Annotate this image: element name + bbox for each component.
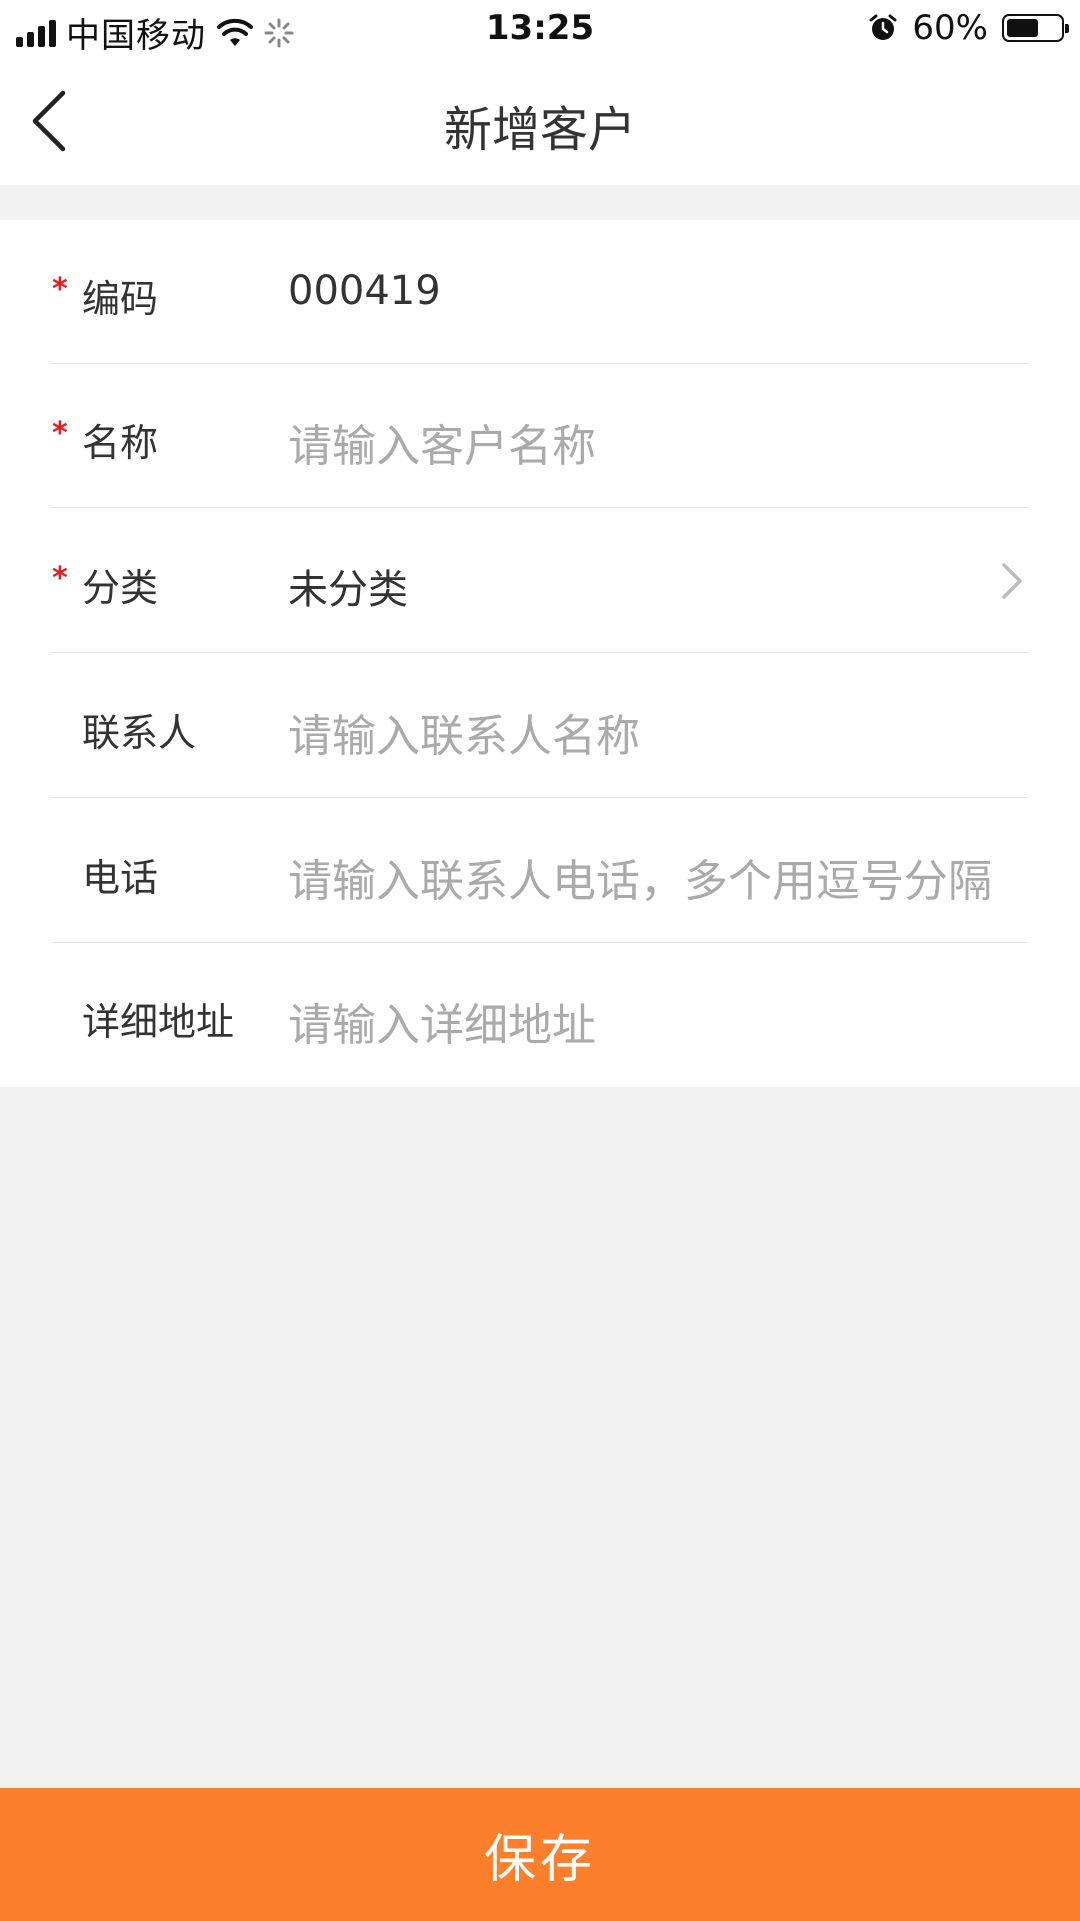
code-field[interactable]: 000419 xyxy=(288,268,441,314)
address-input[interactable]: 请输入详细地址 xyxy=(288,989,596,1053)
page-title: 新增客户 xyxy=(443,102,636,158)
chevron-right-icon xyxy=(1002,563,1022,599)
nav-bar: 新增客户 xyxy=(0,60,1080,185)
phone-input[interactable]: 请输入联系人电话，多个用逗号分隔 xyxy=(288,845,992,909)
battery-percent: 60% xyxy=(912,8,988,48)
screen: 中国移动 13:25 60% 新增客户 * 编码 000419 * 名称 请输入… xyxy=(0,0,1080,1921)
form-row-contact: 联系人 请输入联系人名称 xyxy=(0,654,1080,798)
contact-input[interactable]: 请输入联系人名称 xyxy=(288,700,640,764)
battery-fill xyxy=(1007,19,1038,37)
battery-icon xyxy=(1002,14,1069,42)
name-label: 名称 xyxy=(82,421,159,465)
name-input[interactable]: 请输入客户名称 xyxy=(288,410,596,474)
form-row-phone: 电话 请输入联系人电话，多个用逗号分隔 xyxy=(0,799,1080,943)
customer-form: * 编码 000419 * 名称 请输入客户名称 * 分类 未分类 联系人 请输… xyxy=(0,220,1080,1087)
required-mark: * xyxy=(52,561,68,596)
category-label: 分类 xyxy=(82,566,159,610)
status-bar: 中国移动 13:25 60% xyxy=(0,0,1080,60)
address-label: 详细地址 xyxy=(82,1000,235,1044)
divider xyxy=(50,797,1028,798)
form-row-address: 详细地址 请输入详细地址 xyxy=(0,943,1080,1087)
code-label: 编码 xyxy=(82,277,159,321)
alarm-icon xyxy=(869,14,897,40)
category-select[interactable]: 未分类 xyxy=(288,557,408,615)
save-button[interactable]: 保存 xyxy=(0,1788,1080,1921)
phone-label: 电话 xyxy=(82,856,159,900)
status-right: 60% xyxy=(868,8,1069,48)
required-mark: * xyxy=(52,416,68,451)
contact-label: 联系人 xyxy=(82,711,197,755)
form-row-code: * 编码 000419 xyxy=(0,220,1080,364)
divider xyxy=(50,507,1028,508)
form-row-category[interactable]: * 分类 未分类 xyxy=(0,509,1080,653)
required-mark: * xyxy=(52,272,68,307)
divider xyxy=(50,652,1028,653)
form-row-name: * 名称 请输入客户名称 xyxy=(0,364,1080,508)
